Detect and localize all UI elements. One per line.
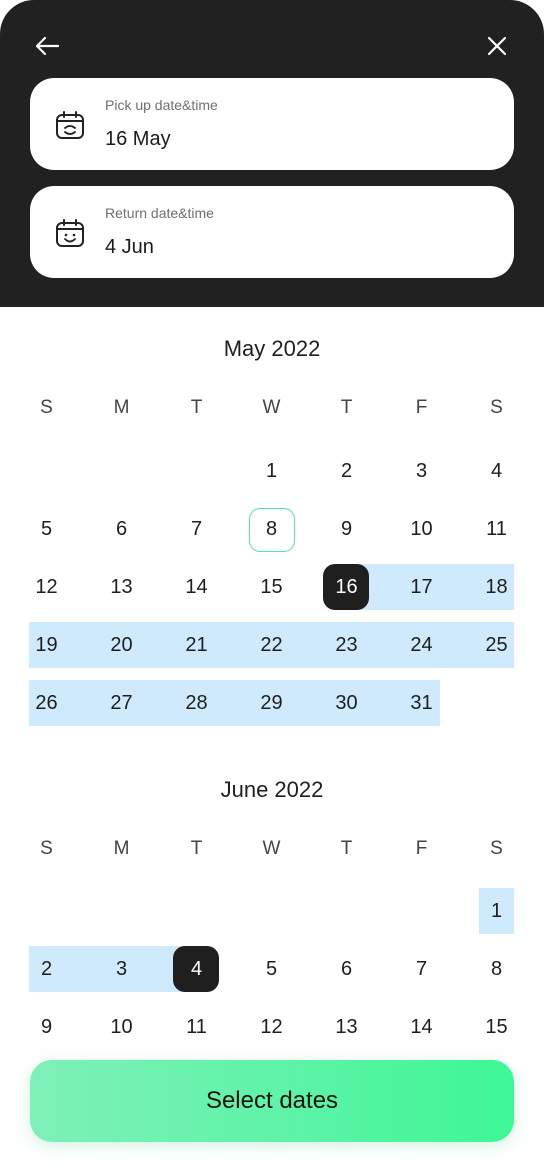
calendar-day[interactable]: 9	[309, 506, 384, 552]
calendar-day[interactable]: 28	[159, 680, 234, 726]
calendar-day[interactable]: 29	[234, 680, 309, 726]
calendar-day[interactable]: 16	[309, 564, 384, 610]
return-value: 4 Jun	[105, 236, 154, 258]
close-icon	[487, 36, 507, 56]
calendar-day[interactable]: 12	[9, 564, 84, 610]
weekday-label: S	[490, 397, 503, 418]
calendar-day[interactable]: 13	[309, 1004, 384, 1050]
calendar-day[interactable]: 15	[234, 564, 309, 610]
weekday-label: S	[40, 838, 53, 859]
calendar-day[interactable]: 14	[384, 1004, 459, 1050]
weekday-label: F	[415, 397, 428, 418]
calendar-day[interactable]: 4	[459, 448, 534, 494]
weekday-label: M	[113, 838, 130, 859]
calendar-day[interactable]: 8	[234, 506, 309, 552]
month-title: June 2022	[220, 777, 324, 802]
calendar-day[interactable]: 5	[234, 946, 309, 992]
calendar-day[interactable]: 7	[384, 946, 459, 992]
calendar-day[interactable]: 18	[459, 564, 534, 610]
pickup-value: 16 May	[105, 128, 171, 150]
calendar-day[interactable]: 19	[9, 622, 84, 668]
pickup-label: Pick up date&time	[105, 97, 218, 113]
calendar-day[interactable]: 3	[384, 448, 459, 494]
calendar-day[interactable]: 26	[9, 680, 84, 726]
month-title: May 2022	[223, 336, 321, 361]
weekday-label: T	[340, 397, 353, 418]
calendar-day[interactable]: 7	[159, 506, 234, 552]
calendar-day[interactable]: 10	[84, 1004, 159, 1050]
calendar-day[interactable]: 1	[459, 888, 534, 934]
weekday-label: W	[262, 838, 281, 859]
calendar-day[interactable]: 31	[384, 680, 459, 726]
pickup-date-field[interactable]: Pick up date&time 16 May	[30, 78, 514, 170]
calendar-day[interactable]: 12	[234, 1004, 309, 1050]
calendar-day[interactable]: 1	[234, 448, 309, 494]
calendar-day[interactable]: 17	[384, 564, 459, 610]
calendar-day[interactable]: 27	[84, 680, 159, 726]
return-date-field[interactable]: Return date&time 4 Jun	[30, 186, 514, 278]
calendar-day[interactable]: 30	[309, 680, 384, 726]
calendar-day[interactable]: 8	[459, 946, 534, 992]
calendar-icon	[56, 219, 84, 247]
calendar-day[interactable]: 11	[459, 506, 534, 552]
calendar-day[interactable]: 10	[384, 506, 459, 552]
date-picker-screen: Pick up date&time 16 May Return date&tim…	[0, 0, 544, 1176]
calendar-day[interactable]: 13	[84, 564, 159, 610]
calendar-day[interactable]: 11	[159, 1004, 234, 1050]
calendar-day[interactable]: 15	[459, 1004, 534, 1050]
weekday-label: W	[262, 397, 281, 418]
select-dates-button[interactable]: Select dates	[30, 1060, 514, 1142]
calendar-day[interactable]: 4	[159, 946, 234, 992]
calendar-day[interactable]: 5	[9, 506, 84, 552]
calendar-day[interactable]: 14	[159, 564, 234, 610]
weekday-label: T	[190, 838, 203, 859]
calendar-day[interactable]: 22	[234, 622, 309, 668]
calendar-day[interactable]: 6	[84, 506, 159, 552]
calendar-day[interactable]: 20	[84, 622, 159, 668]
calendar-day[interactable]: 3	[84, 946, 159, 992]
weekday-label: M	[113, 397, 130, 418]
calendar-day[interactable]: 2	[309, 448, 384, 494]
weekday-label: S	[40, 397, 53, 418]
weekday-label: S	[490, 838, 503, 859]
back-button[interactable]	[27, 26, 67, 66]
calendar-day[interactable]: 2	[9, 946, 84, 992]
calendar-day[interactable]: 21	[159, 622, 234, 668]
close-button[interactable]	[477, 26, 517, 66]
weekday-label: F	[415, 838, 428, 859]
calendar-day[interactable]: 9	[9, 1004, 84, 1050]
arrow-left-icon	[35, 36, 60, 56]
calendar-day[interactable]: 23	[309, 622, 384, 668]
weekday-label: T	[340, 838, 353, 859]
calendar-day[interactable]: 25	[459, 622, 534, 668]
calendar-day[interactable]: 24	[384, 622, 459, 668]
calendar-icon	[56, 111, 84, 139]
weekday-label: T	[190, 397, 203, 418]
return-label: Return date&time	[105, 205, 214, 221]
header: Pick up date&time 16 May Return date&tim…	[0, 0, 544, 307]
calendar-day[interactable]: 6	[309, 946, 384, 992]
